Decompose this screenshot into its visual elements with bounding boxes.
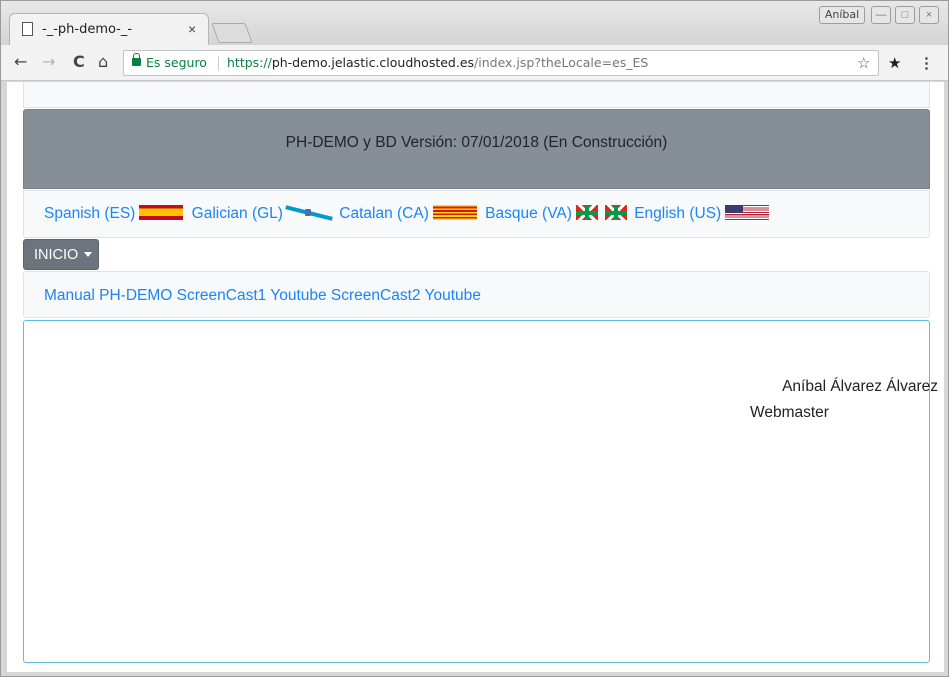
inicio-dropdown-button[interactable]: INICIO bbox=[23, 239, 99, 270]
usa-flag-icon[interactable] bbox=[725, 205, 770, 220]
secure-label[interactable]: Es seguro bbox=[146, 55, 207, 70]
browser-window: -_-ph-demo-_- × Aníbal — □ × ← → C ⌂ Es … bbox=[0, 0, 949, 677]
lock-icon bbox=[132, 53, 141, 66]
page-title: PH-DEMO y BD Versión: 07/01/2018 (En Con… bbox=[285, 134, 668, 151]
inicio-label: INICIO bbox=[34, 247, 79, 263]
header-banner: PH-DEMO y BD Versión: 07/01/2018 (En Con… bbox=[23, 109, 930, 189]
profile-button[interactable]: Aníbal bbox=[819, 6, 865, 24]
address-bar[interactable]: Es seguro https://ph-demo.jelastic.cloud… bbox=[123, 50, 879, 76]
browser-tab[interactable]: -_-ph-demo-_- × bbox=[9, 13, 209, 45]
catalonia-flag-icon[interactable] bbox=[432, 205, 477, 220]
content-panel bbox=[23, 320, 930, 663]
lang-link-gl[interactable]: Galician (GL) bbox=[192, 205, 283, 222]
url-text[interactable]: https://ph-demo.jelastic.cloudhosted.es/… bbox=[227, 55, 648, 70]
url-path: /index.jsp?theLocale=es_ES bbox=[474, 55, 649, 70]
spain-flag-icon[interactable] bbox=[139, 205, 184, 220]
back-button[interactable]: ← bbox=[14, 53, 27, 71]
basque-flag-icon[interactable] bbox=[604, 205, 627, 220]
webmaster-role: Webmaster bbox=[750, 404, 829, 421]
top-band bbox=[23, 82, 930, 108]
reload-button[interactable]: C bbox=[73, 53, 85, 71]
browser-toolbar: ← → C ⌂ Es seguro https://ph-demo.jelast… bbox=[1, 45, 948, 81]
lang-link-es[interactable]: Spanish (ES) bbox=[44, 205, 135, 222]
maximize-button[interactable]: □ bbox=[895, 6, 915, 24]
minimize-button[interactable]: — bbox=[871, 6, 891, 24]
tab-title: -_-ph-demo-_- bbox=[42, 22, 133, 37]
forward-button[interactable]: → bbox=[42, 53, 55, 71]
link-manual[interactable]: Manual PH-DEMO bbox=[44, 287, 172, 304]
url-scheme: https:// bbox=[227, 55, 272, 70]
lang-link-en[interactable]: English (US) bbox=[634, 205, 721, 222]
basque-flag-icon[interactable] bbox=[575, 205, 598, 220]
close-window-button[interactable]: × bbox=[919, 6, 939, 24]
lang-link-ca[interactable]: Catalan (CA) bbox=[339, 205, 429, 222]
tab-close-icon[interactable]: × bbox=[188, 21, 196, 37]
caret-down-icon bbox=[84, 252, 93, 257]
title-bar: -_-ph-demo-_- × Aníbal — □ × bbox=[1, 1, 948, 45]
new-tab-button[interactable] bbox=[211, 23, 253, 43]
link-screencast2[interactable]: ScreenCast2 Youtube bbox=[331, 287, 481, 304]
menu-icon[interactable]: ⋮ bbox=[919, 54, 934, 72]
link-screencast1[interactable]: ScreenCast1 Youtube bbox=[177, 287, 327, 304]
bookmark-star-icon[interactable]: ☆ bbox=[857, 54, 870, 72]
page-icon bbox=[22, 22, 33, 36]
webmaster-name: Aníbal Álvarez Álvarez bbox=[782, 378, 938, 395]
home-button[interactable]: ⌂ bbox=[98, 53, 108, 71]
extension-star-icon[interactable]: ★ bbox=[888, 54, 901, 72]
separator bbox=[218, 56, 219, 71]
lang-link-va[interactable]: Basque (VA) bbox=[485, 205, 572, 222]
language-bar: Spanish (ES) Galician (GL) Catalan (CA) … bbox=[23, 190, 930, 238]
galicia-flag-icon[interactable] bbox=[287, 205, 331, 220]
url-host: ph-demo.jelastic.cloudhosted.es bbox=[271, 55, 475, 70]
page-viewport: PH-DEMO y BD Versión: 07/01/2018 (En Con… bbox=[7, 82, 944, 672]
links-bar: Manual PH-DEMO ScreenCast1 Youtube Scree… bbox=[23, 271, 930, 318]
